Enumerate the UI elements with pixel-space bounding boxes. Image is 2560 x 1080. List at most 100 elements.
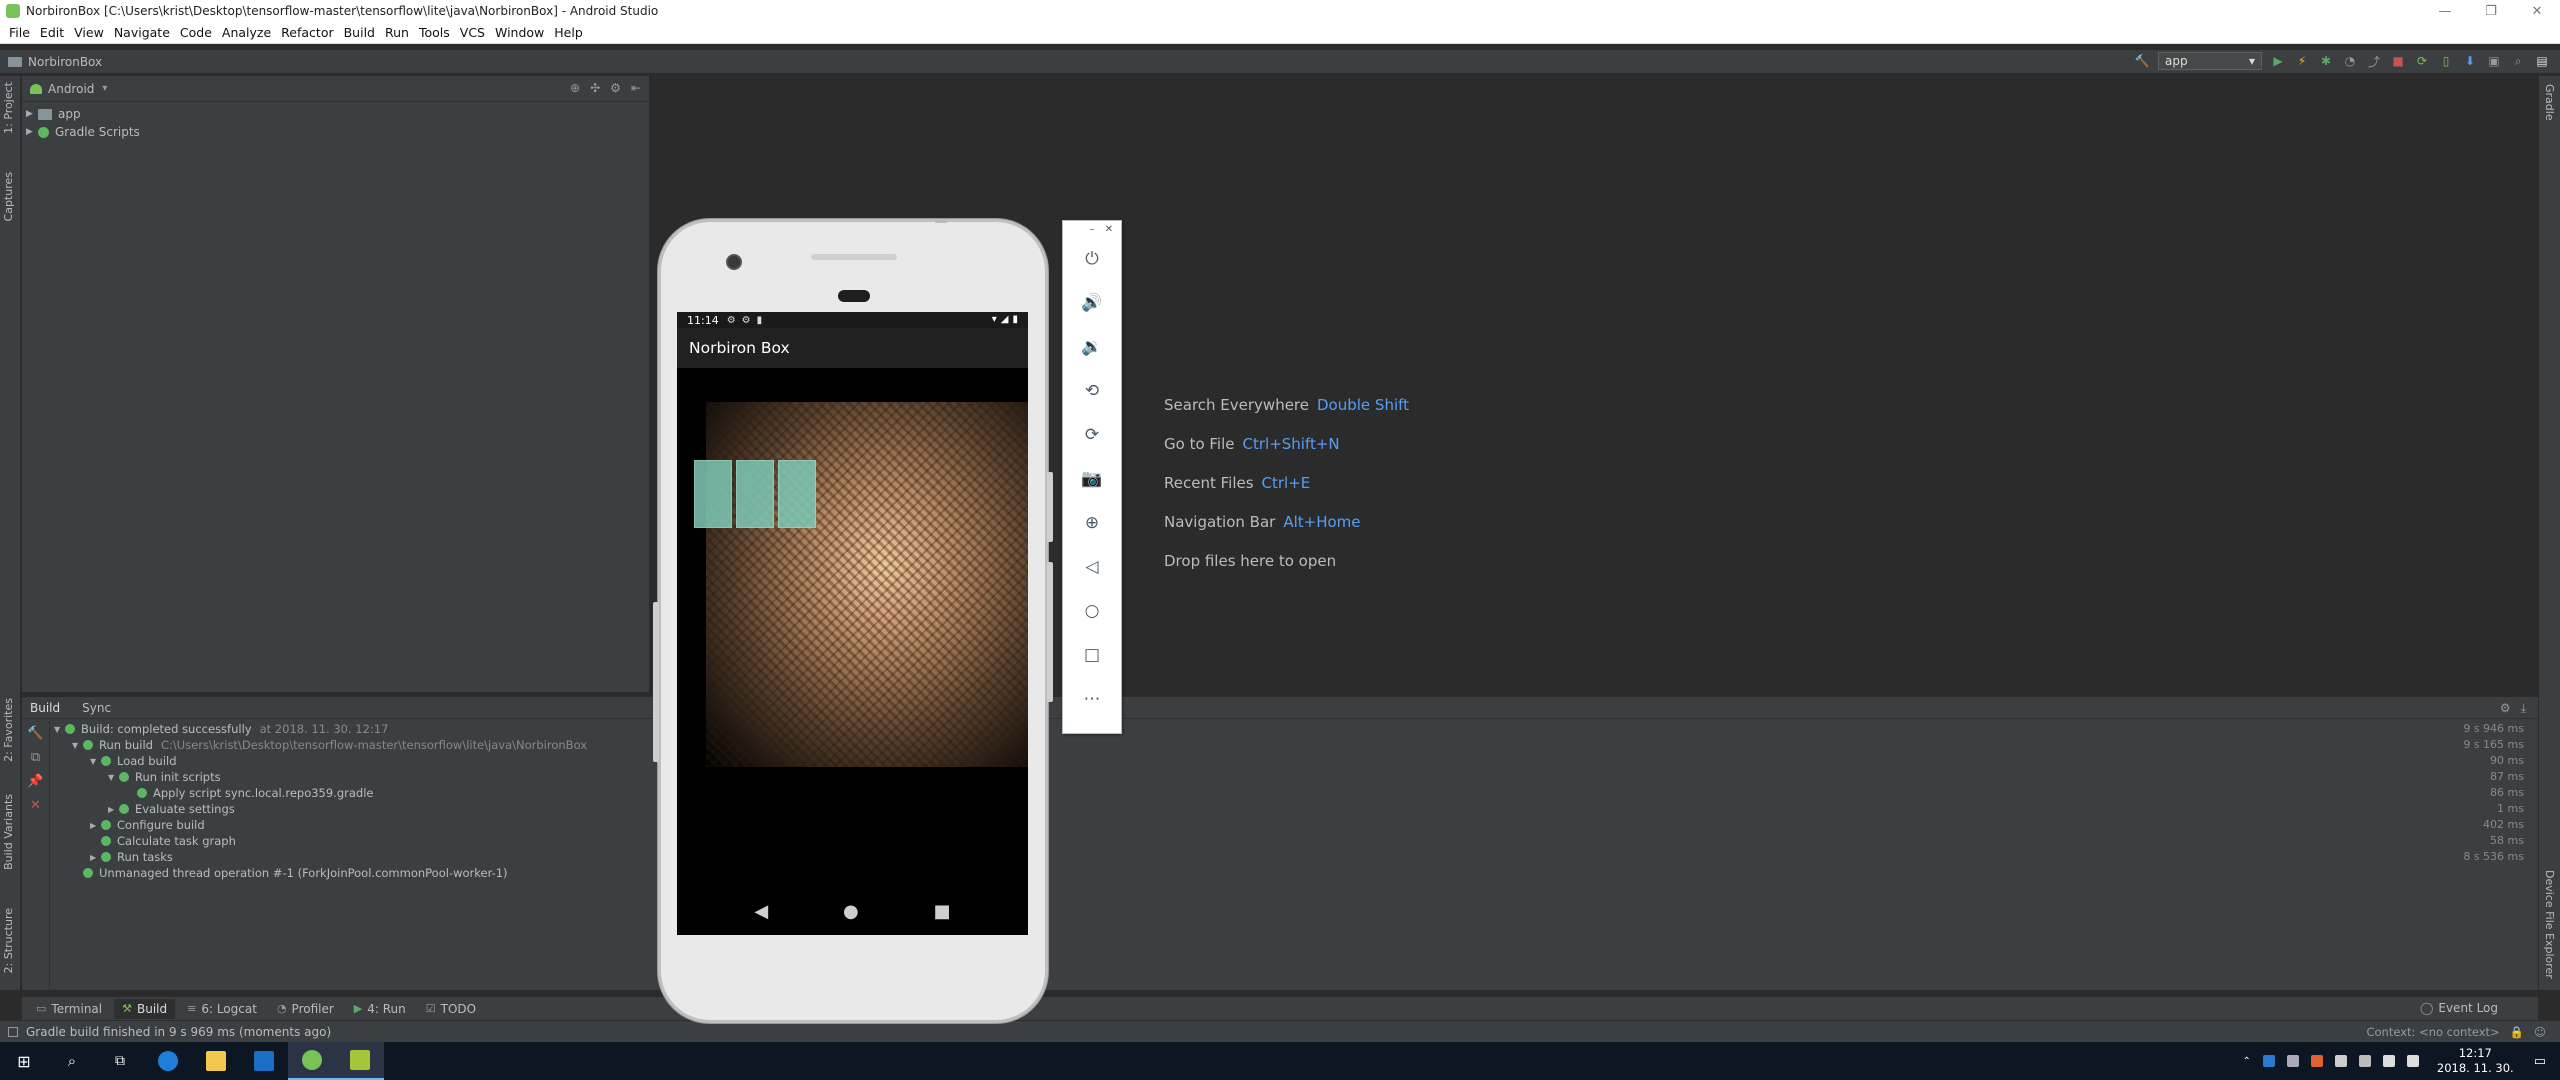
tab-device-file-explorer[interactable]: Device File Explorer [2543, 870, 2556, 979]
power-icon[interactable]: ⏻ [1063, 237, 1121, 281]
run-config-select[interactable]: app ▾ [2158, 52, 2262, 70]
tree-item-app[interactable]: ▶ app [26, 104, 649, 124]
hammer-icon[interactable]: 🔨 [22, 721, 49, 745]
tab-project[interactable]: 1: Project [2, 82, 15, 134]
search-icon[interactable]: ⌕ [2510, 53, 2526, 69]
tab-terminal[interactable]: ▭ Terminal [28, 999, 110, 1019]
tab-gradle[interactable]: Gradle [2543, 84, 2556, 121]
event-log-button[interactable]: ◯ Event Log [2420, 1001, 2498, 1015]
tab-sync[interactable]: Sync [82, 701, 111, 715]
tab-profiler[interactable]: ◔ Profiler [269, 999, 342, 1019]
tab-logcat[interactable]: ≡ 6: Logcat [179, 999, 265, 1019]
menu-view[interactable]: View [69, 25, 109, 40]
expand-icon[interactable]: ▶ [26, 109, 38, 119]
avd-manager-icon[interactable]: ▯ [2438, 53, 2454, 69]
home-icon[interactable]: ● [843, 901, 859, 922]
filter-icon[interactable]: ⧉ [22, 745, 49, 769]
taskbar-android-studio[interactable] [288, 1042, 336, 1080]
close-icon[interactable]: ✕ [1105, 224, 1113, 235]
status-context[interactable]: Context: <no context> [2366, 1025, 2499, 1039]
menu-refactor[interactable]: Refactor [276, 25, 338, 40]
profile-icon[interactable]: ◔ [2342, 53, 2358, 69]
phone-volume-button[interactable] [1047, 562, 1053, 702]
menu-run[interactable]: Run [380, 25, 414, 40]
steam-icon[interactable] [2286, 1055, 2299, 1067]
build-row[interactable]: Unmanaged thread operation #-1 (ForkJoin… [54, 865, 2434, 881]
tab-todo[interactable]: ☑ TODO [418, 999, 484, 1019]
controller-icon[interactable] [2358, 1055, 2371, 1067]
phone-screen[interactable]: 11:14 ⚙ ⚙ ▮ ▾ ◢ ▮ Norbiron Box ◀ ● ■ [677, 312, 1028, 935]
build-row[interactable]: Calculate task graph [54, 833, 2434, 849]
gear-icon[interactable]: ⚙ [610, 81, 621, 95]
chevron-up-icon[interactable]: ⌃ [2243, 1056, 2251, 1067]
wifi-icon[interactable] [2334, 1055, 2347, 1067]
menu-tools[interactable]: Tools [414, 25, 455, 40]
debug-icon[interactable]: ✱ [2318, 53, 2334, 69]
collapse-icon[interactable]: ▼ [90, 757, 101, 766]
minimize-icon[interactable]: – [1090, 224, 1095, 235]
menu-window[interactable]: Window [490, 25, 549, 40]
build-row[interactable]: ▼ Run init scripts [54, 769, 2434, 785]
phone-power-button[interactable] [1047, 472, 1053, 542]
build-row[interactable]: ▶ Run tasks [54, 849, 2434, 865]
tab-favorites[interactable]: 2: Favorites [2, 698, 15, 762]
apply-changes-icon[interactable]: ⚡ [2294, 53, 2310, 69]
task-view-button[interactable]: ⧉ [96, 1042, 144, 1080]
search-button[interactable]: ⌕ [48, 1042, 96, 1080]
minimize-button[interactable]: — [2422, 0, 2468, 22]
expand-icon[interactable]: ▶ [90, 853, 101, 862]
menu-file[interactable]: File [4, 25, 35, 40]
menu-help[interactable]: Help [549, 25, 588, 40]
build-row[interactable]: ▶ Evaluate settings [54, 801, 2434, 817]
tab-build-variants[interactable]: Build Variants [2, 794, 15, 870]
clock[interactable]: 12:17 2018. 11. 30. [2437, 1046, 2514, 1076]
expand-icon[interactable]: ▶ [90, 821, 101, 830]
tab-captures[interactable]: Captures [2, 172, 15, 221]
menu-vcs[interactable]: VCS [455, 25, 490, 40]
volume-icon[interactable] [2406, 1055, 2419, 1067]
tree-item-gradle-scripts[interactable]: ▶ Gradle Scripts [26, 122, 649, 142]
bluetooth-icon[interactable] [2262, 1055, 2275, 1067]
scroll-from-source-icon[interactable]: ⊕ [570, 81, 580, 95]
menu-analyze[interactable]: Analyze [217, 25, 276, 40]
hector-icon[interactable]: ☺ [2534, 1025, 2546, 1039]
app-tray-icon[interactable] [2310, 1055, 2323, 1067]
lock-icon[interactable]: 🔒 [2510, 1025, 2524, 1039]
rotate-right-icon[interactable]: ⟳ [1063, 413, 1121, 457]
layout-inspector-icon[interactable]: ▣ [2486, 53, 2502, 69]
sync-icon[interactable]: ⟳ [2414, 53, 2430, 69]
breadcrumb-project[interactable]: NorbironBox [0, 55, 102, 69]
attach-debugger-icon[interactable]: ⤴ [2366, 53, 2382, 69]
build-row[interactable]: Apply script sync.local.repo359.gradle [54, 785, 2434, 801]
maximize-button[interactable]: ❐ [2468, 0, 2514, 22]
expand-icon[interactable]: ▶ [26, 127, 38, 137]
tab-run[interactable]: ▶ 4: Run [346, 999, 414, 1019]
pin-icon[interactable]: 📌 [22, 769, 49, 793]
rotate-left-icon[interactable]: ⟲ [1063, 369, 1121, 413]
recents-icon[interactable]: ■ [934, 901, 951, 922]
menu-code[interactable]: Code [175, 25, 217, 40]
collapse-icon[interactable]: ▼ [72, 741, 83, 750]
tab-build-window[interactable]: ⚒ Build [114, 998, 176, 1019]
tab-build[interactable]: Build [30, 701, 60, 715]
menu-edit[interactable]: Edit [35, 25, 69, 40]
notifications-icon[interactable]: ▭ [2534, 1054, 2546, 1069]
volume-down-icon[interactable]: 🔉 [1063, 325, 1121, 369]
hide-panel-icon[interactable]: ⤓ [2521, 701, 2526, 716]
taskbar-outlook[interactable] [240, 1042, 288, 1080]
run-icon[interactable]: ▶ [2270, 53, 2286, 69]
home-icon[interactable]: ○ [1063, 589, 1121, 633]
taskbar-emulator[interactable] [336, 1042, 384, 1080]
back-icon[interactable]: ◀ [754, 901, 768, 922]
collapse-all-icon[interactable]: ✣ [590, 81, 600, 95]
tab-structure[interactable]: 2: Structure [2, 908, 15, 973]
screenshot-icon[interactable]: 📷 [1063, 457, 1121, 501]
stop-icon[interactable]: ■ [2390, 53, 2406, 69]
collapse-icon[interactable]: ▼ [108, 773, 119, 782]
build-row[interactable]: ▼ Build: completed successfully at 2018.… [54, 721, 2434, 737]
zoom-icon[interactable]: ⊕ [1063, 501, 1121, 545]
taskbar-explorer[interactable] [192, 1042, 240, 1080]
collapse-icon[interactable]: ▼ [54, 725, 65, 734]
build-row[interactable]: ▼ Run build C:\Users\krist\Desktop\tenso… [54, 737, 2434, 753]
taskbar-edge[interactable] [144, 1042, 192, 1080]
